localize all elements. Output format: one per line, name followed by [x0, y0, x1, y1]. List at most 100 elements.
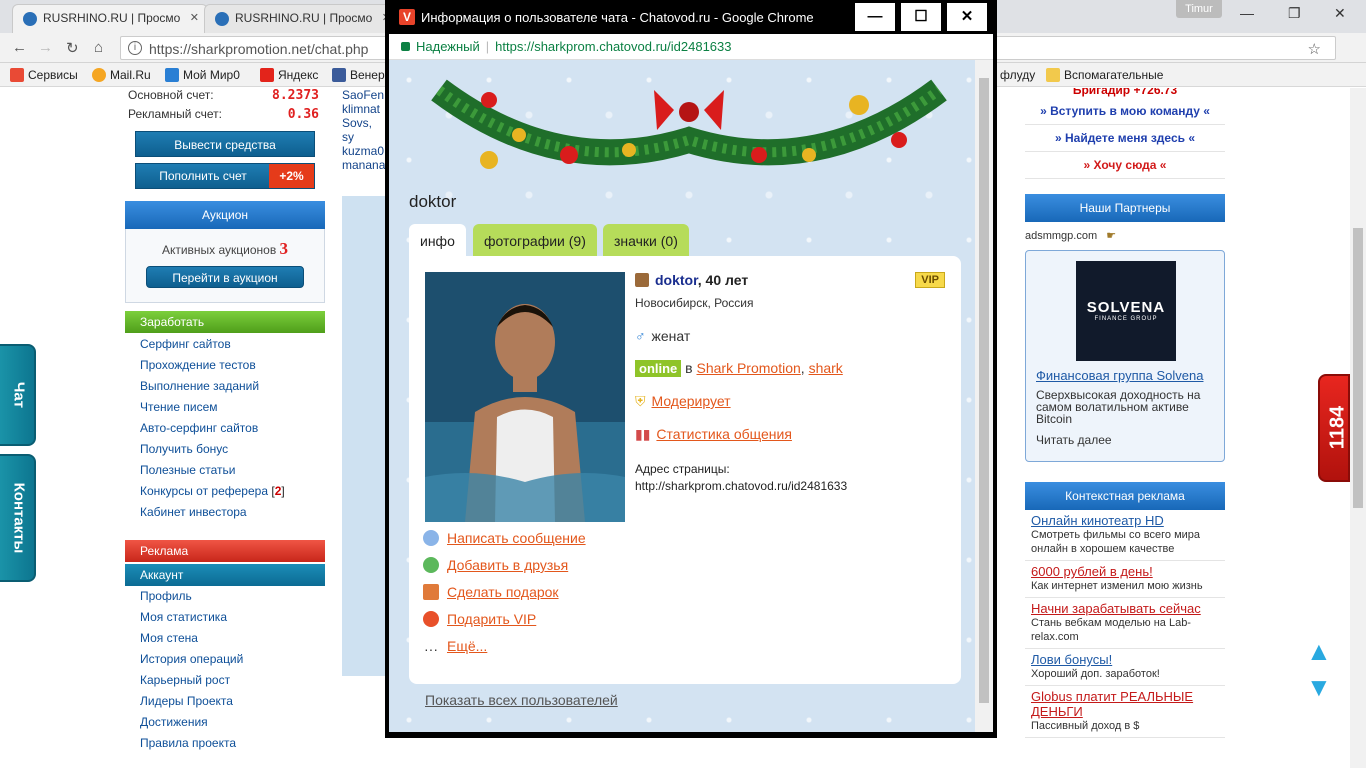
topup-button[interactable]: Пополнить счет +2%	[135, 163, 315, 189]
chatovod-logo-icon: V	[399, 9, 415, 25]
read-more-link[interactable]: Читать далее	[1036, 433, 1214, 447]
site-info-icon[interactable]: i	[128, 41, 142, 55]
popup-scroll-thumb[interactable]	[979, 78, 989, 703]
menu-tests[interactable]: Прохождение тестов	[125, 355, 325, 376]
menu-rules[interactable]: Правила проекта	[125, 733, 325, 754]
join-team-link[interactable]: » Вступить в мою команду «	[1025, 98, 1225, 125]
ad-item[interactable]: Начни зарабатывать сейчас Стань вебкам мо…	[1025, 598, 1225, 649]
menu-my-stats[interactable]: Моя статистика	[125, 607, 325, 628]
scroll-down-arrow-icon[interactable]: ▼	[1306, 672, 1332, 702]
ad-title[interactable]: Лови бонусы!	[1031, 652, 1219, 667]
find-me-link[interactable]: » Найдете меня здесь «	[1025, 125, 1225, 152]
page-scrollbar[interactable]	[1350, 88, 1366, 768]
chat-user[interactable]: kuzma0	[342, 144, 387, 158]
tab-badges[interactable]: значки (0)	[603, 224, 689, 258]
forward-icon[interactable]: →	[38, 39, 53, 56]
restore-icon[interactable]: ❐	[1288, 5, 1301, 22]
menu-investor[interactable]: Кабинет инвестора	[125, 502, 325, 523]
moderates-link[interactable]: Модерирует	[652, 393, 731, 409]
tab-title: RUSRHINO.RU | Просмо	[235, 11, 373, 25]
main-balance-label: Основной счет:	[128, 88, 214, 102]
menu-profile[interactable]: Профиль	[125, 586, 325, 607]
menu-tasks[interactable]: Выполнение заданий	[125, 376, 325, 397]
menu-leaders[interactable]: Лидеры Проекта	[125, 691, 325, 712]
chat-user[interactable]: Sovs, sy	[342, 116, 387, 144]
menu-career[interactable]: Карьерный рост	[125, 670, 325, 691]
ad-title[interactable]: Начни зарабатывать сейчас	[1031, 601, 1219, 616]
menu-articles[interactable]: Полезные статьи	[125, 460, 325, 481]
tab-photos[interactable]: фотографии (9)	[473, 224, 597, 258]
page-address-value[interactable]: http://sharkprom.chatovod.ru/id2481633	[635, 478, 945, 495]
bookmark-moimir[interactable]: Мой Мир0	[165, 68, 240, 82]
close-window-icon[interactable]: ✕	[1334, 5, 1346, 22]
home-icon[interactable]: ⌂	[94, 39, 103, 56]
partner-site[interactable]: adsmmgp.com	[1025, 230, 1097, 242]
ad-item[interactable]: 6000 рублей в день! Как интернет изменил …	[1025, 561, 1225, 598]
profile-name[interactable]: doktor	[655, 272, 698, 288]
chat-side-tab[interactable]: Чат	[0, 344, 36, 446]
want-here-link[interactable]: » Хочу сюда «	[1025, 152, 1225, 179]
close-tab-icon[interactable]: ✕	[190, 11, 199, 24]
stats-link[interactable]: Статистика общения	[656, 426, 792, 442]
bookmark-fludu[interactable]: флуду	[1000, 68, 1035, 82]
ad-item[interactable]: Онлайн кинотеатр HD Смотреть фильмы со вс…	[1025, 510, 1225, 561]
action-add-friend[interactable]: Добавить в друзья	[423, 557, 586, 584]
contacts-side-tab[interactable]: Контакты	[0, 454, 36, 582]
online-in-text: в	[685, 360, 693, 376]
page-scroll-thumb[interactable]	[1353, 228, 1363, 508]
minimize-icon[interactable]: —	[1240, 5, 1254, 21]
scroll-up-arrow-icon[interactable]: ▲	[1306, 636, 1332, 666]
counter-tab[interactable]: 1184	[1318, 374, 1350, 482]
partner-title[interactable]: Финансовая группа Solvena	[1036, 368, 1214, 383]
partner-card[interactable]: SOLVENA FINANCE GROUP Финансовая группа …	[1025, 250, 1225, 462]
bookmark-yandex[interactable]: Яндекс	[260, 68, 318, 82]
menu-auto-surfing[interactable]: Авто-серфинг сайтов	[125, 418, 325, 439]
reload-icon[interactable]: ↻	[66, 39, 79, 57]
menu-my-wall[interactable]: Моя стена	[125, 628, 325, 649]
withdraw-button[interactable]: Вывести средства	[135, 131, 315, 157]
bookmark-helpers[interactable]: Вспомагательные	[1046, 68, 1163, 82]
ad-item[interactable]: Лови бонусы! Хороший доп. заработок!	[1025, 649, 1225, 686]
menu-history[interactable]: История операций	[125, 649, 325, 670]
ad-title[interactable]: Globus платит РЕАЛЬНЫЕ ДЕНЬГИ	[1031, 689, 1219, 719]
popup-minimize-icon[interactable]: —	[855, 3, 895, 31]
menu-surfing[interactable]: Серфинг сайтов	[125, 334, 325, 355]
menu-referrer-contests[interactable]: Конкурсы от реферера [2]	[125, 481, 325, 502]
profile-photo[interactable]	[425, 272, 625, 522]
room-link-shark[interactable]: shark	[809, 360, 843, 376]
bookmark-vener[interactable]: Венер	[332, 68, 385, 82]
ad-desc: Хороший доп. заработок!	[1031, 668, 1160, 680]
menu-letters[interactable]: Чтение писем	[125, 397, 325, 418]
popup-maximize-icon[interactable]: ☐	[901, 3, 941, 31]
ad-item[interactable]: Globus платит РЕАЛЬНЫЕ ДЕНЬГИ Пассивный д…	[1025, 686, 1225, 738]
mailru-icon	[92, 68, 106, 82]
action-give-vip[interactable]: Подарить VIP	[423, 611, 586, 638]
menu-bonus[interactable]: Получить бонус	[125, 439, 325, 460]
bookmark-star-icon[interactable]: ☆	[1308, 40, 1321, 58]
popup-scrollbar[interactable]	[975, 60, 993, 732]
browser-tab-2[interactable]: RUSRHINO.RU | Просмо ✕	[204, 4, 400, 33]
ad-title[interactable]: Онлайн кинотеатр HD	[1031, 513, 1219, 528]
ad-title[interactable]: 6000 рублей в день!	[1031, 564, 1219, 579]
action-more[interactable]: ··· Ещё...	[423, 638, 586, 665]
chat-user[interactable]: klimnat	[342, 102, 387, 116]
show-all-users-link[interactable]: Показать всех пользователей	[425, 692, 618, 708]
bookmark-mailru[interactable]: Mail.Ru	[92, 68, 151, 82]
lock-icon	[401, 42, 410, 51]
menu-achievements[interactable]: Достижения	[125, 712, 325, 733]
tab-info[interactable]: инфо	[409, 224, 466, 258]
profile-chip[interactable]: Timur	[1176, 0, 1222, 18]
chat-user[interactable]: manana	[342, 158, 387, 172]
browser-tab-1[interactable]: RUSRHINO.RU | Просмо ✕	[12, 4, 208, 33]
action-write-message[interactable]: Написать сообщение	[423, 530, 586, 557]
context-ads-header: Контекстная реклама	[1025, 482, 1225, 510]
popup-address-bar[interactable]: Надежный | https://sharkprom.chatovod.ru/i…	[389, 34, 993, 60]
action-gift[interactable]: Сделать подарок	[423, 584, 586, 611]
bookmark-apps[interactable]: Сервисы	[10, 68, 78, 82]
back-icon[interactable]: ←	[12, 39, 27, 56]
chat-user[interactable]: SaoFen	[342, 88, 387, 102]
go-auction-button[interactable]: Перейти в аукцион	[146, 266, 304, 288]
room-link-shark-promotion[interactable]: Shark Promotion	[697, 360, 801, 376]
ads-header[interactable]: Реклама	[125, 540, 325, 562]
popup-close-icon[interactable]: ✕	[947, 3, 987, 31]
